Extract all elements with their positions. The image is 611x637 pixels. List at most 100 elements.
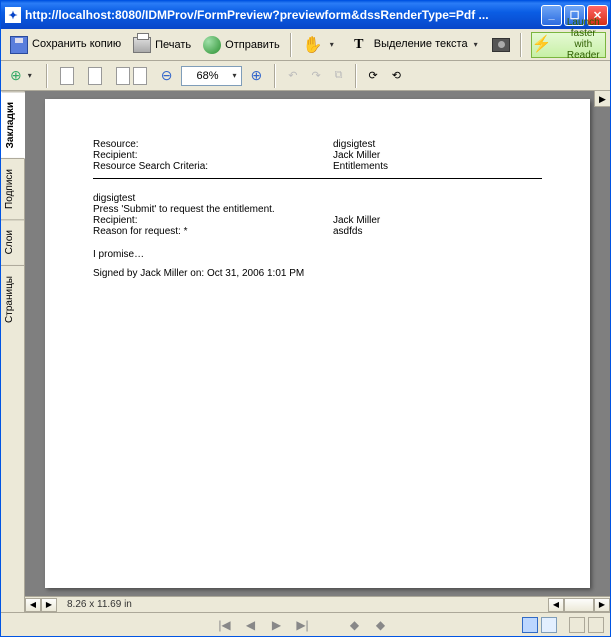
pdf-page: Resource:digsigtest Recipient:Jack Mille… — [45, 99, 590, 588]
zoom-input[interactable] — [184, 69, 230, 83]
last-page-button[interactable]: ▶| — [293, 616, 313, 634]
divider — [93, 178, 542, 179]
page-icon — [88, 67, 102, 85]
next-page-button[interactable]: ▶ — [267, 616, 287, 634]
launch-faster-banner[interactable]: ⚡ Launch faster with Reader 7.0 — [531, 32, 606, 58]
app-icon: ✦ — [5, 7, 21, 23]
rotate-ccw-icon: ⟲ — [392, 69, 401, 82]
print-button[interactable]: Печать — [128, 34, 196, 56]
single-page-button[interactable] — [55, 64, 79, 88]
save-copy-button[interactable]: Сохранить копию — [5, 33, 126, 57]
toolbar-separator — [46, 64, 48, 88]
chevron-down-icon: ▾ — [472, 40, 480, 49]
hand-tool-button[interactable]: ✋ ▾ — [297, 31, 341, 59]
first-page-button[interactable]: |◀ — [215, 616, 235, 634]
hand-icon: ✋ — [302, 34, 324, 56]
zoom-in-icon: ⊕ — [10, 67, 22, 84]
document-scroll-area[interactable]: ▶ Resource:digsigtest Recipient:Jack Mil… — [25, 91, 610, 596]
zoom-in-button[interactable]: ⊕▾ — [5, 64, 39, 87]
continuous-button[interactable] — [83, 64, 107, 88]
view-mode-continuous[interactable] — [541, 617, 557, 633]
chevron-down-icon[interactable]: ▾ — [230, 71, 238, 80]
tab-pages[interactable]: Страницы — [1, 265, 24, 333]
globe-icon — [203, 36, 221, 54]
send-label: Отправить — [225, 39, 280, 51]
copy-icon: ⧉ — [335, 69, 343, 82]
tab-layers[interactable]: Слои — [1, 219, 24, 264]
page-icon — [133, 67, 147, 85]
send-button[interactable]: Отправить — [198, 33, 285, 57]
main-toolbar: Сохранить копию Печать Отправить ✋ ▾ T В… — [1, 29, 610, 61]
criteria-label: Resource Search Criteria: — [93, 161, 333, 172]
zoom-field[interactable]: ▾ — [181, 66, 241, 86]
camera-icon — [492, 38, 510, 52]
lightning-icon: ⚡ — [532, 36, 552, 54]
zoom-toolbar: ⊕▾ ⊖ ▾ ⊕ ↶ ↷ ⧉ ⟳ ⟲ — [1, 61, 610, 91]
chevron-down-icon: ▾ — [26, 71, 34, 80]
tab-signatures[interactable]: Подписи — [1, 158, 24, 219]
copy-button[interactable]: ⧉ — [330, 66, 348, 85]
zoom-in2-button[interactable]: ⊕ — [246, 64, 268, 87]
rotate-cw-icon: ⟳ — [369, 69, 378, 82]
toolbar-separator — [274, 64, 276, 88]
document-viewport: ▶ Resource:digsigtest Recipient:Jack Mil… — [25, 91, 610, 612]
scroll-up-button[interactable]: ▶ — [594, 91, 610, 107]
recipient-label: Recipient: — [93, 150, 333, 161]
facing-button[interactable] — [111, 64, 152, 88]
printer-icon — [133, 37, 151, 53]
scroll-left-button[interactable]: ◀ — [25, 598, 41, 612]
body-line2: Press 'Submit' to request the entitlemen… — [93, 204, 542, 215]
reason-label: Reason for request: * — [93, 226, 333, 237]
text-select-icon: T — [348, 34, 370, 56]
scroll-right-button[interactable]: ▶ — [41, 598, 57, 612]
print-label: Печать — [155, 39, 191, 51]
toolbar-separator — [355, 64, 357, 88]
resource-value: digsigtest — [333, 139, 375, 150]
page-icon — [60, 67, 74, 85]
window-title: http://localhost:8080/IDMProv/FormPrevie… — [25, 8, 541, 22]
back-button[interactable]: ◆ — [345, 616, 365, 634]
prev-page-button[interactable]: ◀ — [241, 616, 261, 634]
page-dimensions: 8.26 x 11.69 in — [57, 599, 142, 610]
view-mode-single[interactable] — [522, 617, 538, 633]
forward-button[interactable]: ◆ — [371, 616, 391, 634]
text-select-label: Выделение текста — [374, 39, 468, 51]
window-titlebar: ✦ http://localhost:8080/IDMProv/FormPrev… — [1, 1, 610, 29]
zoom-in-icon: ⊕ — [251, 67, 263, 84]
launch-line1: Launch faster — [567, 17, 600, 39]
save-icon — [10, 36, 28, 54]
redo-icon: ↷ — [311, 69, 320, 82]
rotate-ccw-button[interactable]: ⟲ — [387, 66, 406, 85]
signed-text: Signed by Jack Miller on: Oct 31, 2006 1… — [93, 268, 542, 279]
horizontal-scrollbar[interactable]: ◀ ▶ 8.26 x 11.69 in ◀ ▶ — [25, 596, 610, 612]
promise-text: I promise… — [93, 249, 542, 260]
text-select-button[interactable]: T Выделение текста ▾ — [343, 31, 485, 59]
tab-bookmarks[interactable]: Закладки — [1, 91, 25, 158]
undo-icon: ↶ — [288, 69, 297, 82]
scroll-right2-button[interactable]: ▶ — [594, 598, 610, 612]
body-line1: digsigtest — [93, 193, 542, 204]
recipient-value: Jack Miller — [333, 150, 380, 161]
save-label: Сохранить копию — [32, 39, 121, 51]
page-icon — [116, 67, 130, 85]
rotate-cw-button[interactable]: ⟳ — [364, 66, 383, 85]
undo-button[interactable]: ↶ — [283, 66, 302, 85]
scroll-left2-button[interactable]: ◀ — [548, 598, 564, 612]
redo-button[interactable]: ↷ — [306, 66, 325, 85]
recipient2-value: Jack Miller — [333, 215, 380, 226]
scroll-thumb[interactable] — [564, 598, 594, 612]
toolbar-separator — [290, 33, 292, 57]
side-tab-strip: Закладки Подписи Слои Страницы — [1, 91, 25, 612]
criteria-value: Entitlements — [333, 161, 388, 172]
reason-value: asdfds — [333, 226, 362, 237]
minimize-button[interactable]: _ — [541, 5, 562, 26]
chevron-down-icon: ▾ — [328, 40, 336, 49]
recipient2-label: Recipient: — [93, 215, 333, 226]
navigation-bar: |◀ ◀ ▶ ▶| ◆ ◆ — [1, 612, 610, 636]
view-mode-facing[interactable] — [569, 617, 585, 633]
snapshot-button[interactable] — [487, 35, 515, 55]
resource-label: Resource: — [93, 139, 333, 150]
zoom-out-icon: ⊖ — [161, 67, 173, 84]
zoom-out-button[interactable]: ⊖ — [156, 64, 178, 87]
view-mode-continuous-facing[interactable] — [588, 617, 604, 633]
